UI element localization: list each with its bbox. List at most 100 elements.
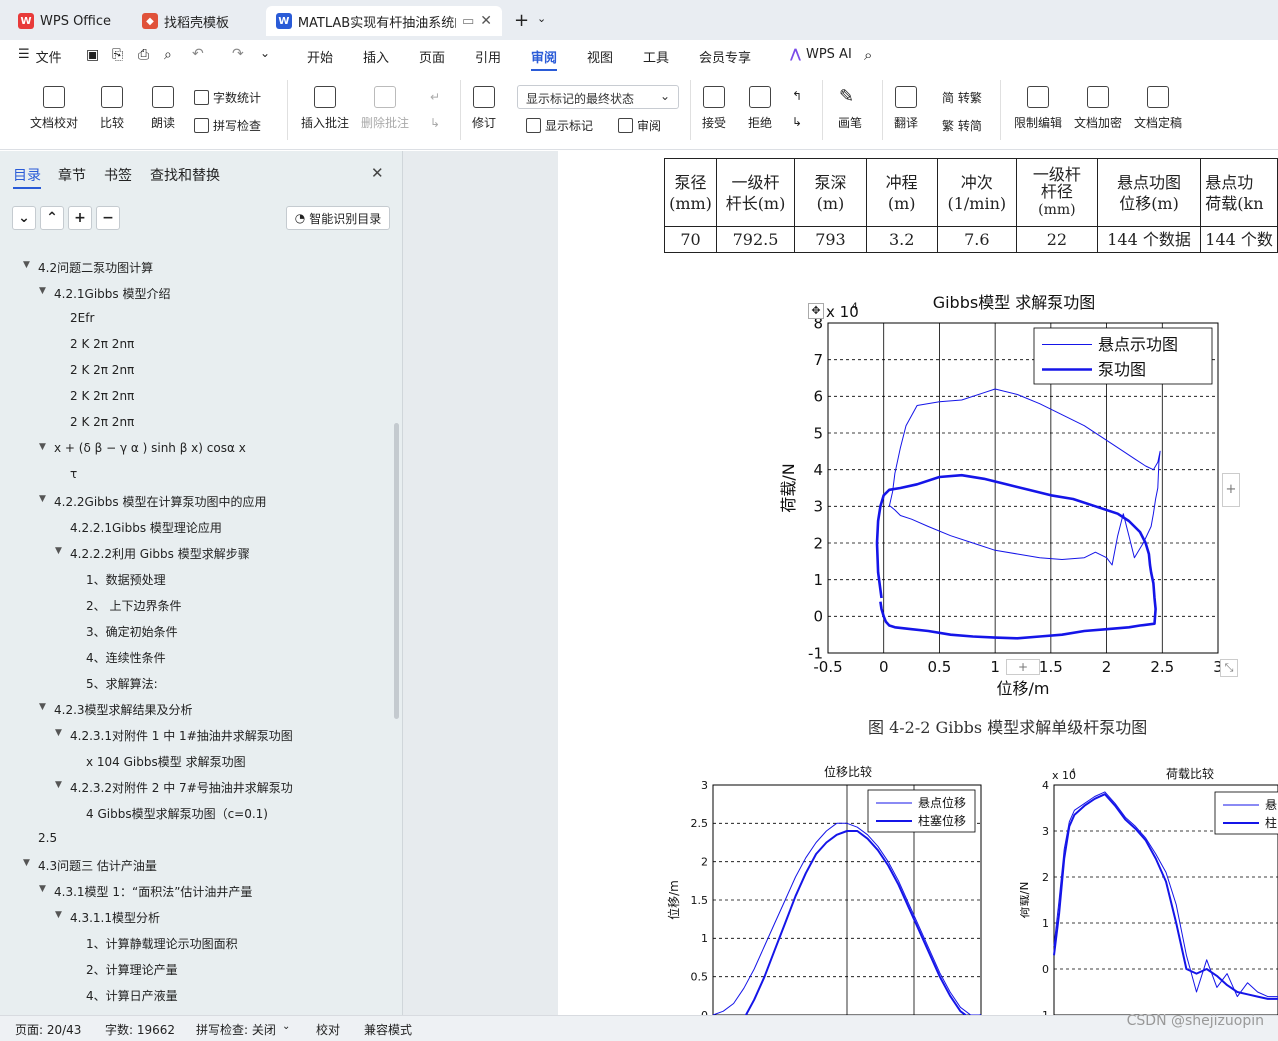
toc-item[interactable]: 2 K 2π 2nπ bbox=[70, 389, 134, 403]
toc-item[interactable]: 1、数据预处理 bbox=[86, 571, 166, 588]
print-icon[interactable]: ⎙ bbox=[138, 47, 149, 63]
tab-wps-office[interactable]: W WPS Office bbox=[8, 6, 124, 36]
wps-ai-button[interactable]: ⋀ WPS AI bbox=[790, 47, 852, 62]
new-tab-icon[interactable]: + bbox=[514, 10, 529, 31]
tab-bookmarks[interactable]: 书签 bbox=[104, 165, 132, 185]
toc-item[interactable]: 1、计算静载理论示功图面积 bbox=[86, 935, 238, 952]
markup-state-select[interactable]: 显示标记的最终状态 ⌄ bbox=[517, 85, 679, 109]
side-add-icon[interactable]: + bbox=[1222, 473, 1240, 507]
insert-comment-button[interactable]: 插入批注 bbox=[301, 86, 349, 131]
finalize-button[interactable]: 文档定稿 bbox=[1134, 86, 1182, 131]
toc-item[interactable]: ▼ 4.2.2.2利用 Gibbs 模型求解步骤 bbox=[55, 545, 250, 562]
plus-icon[interactable]: + bbox=[68, 206, 92, 230]
to-simplified-button[interactable]: 繁 转简 bbox=[942, 117, 982, 134]
chevron-down-icon[interactable]: ⌄ bbox=[537, 12, 546, 25]
toc-item[interactable]: ▼ 4.2.2Gibbs 模型在计算泵功图中的应用 bbox=[39, 493, 266, 510]
menu-reference[interactable]: 引用 bbox=[475, 47, 501, 66]
pen-button[interactable]: ✎ 画笔 bbox=[838, 86, 862, 131]
restrict-edit-button[interactable]: 限制编辑 bbox=[1014, 86, 1062, 131]
toc-item[interactable]: ▼ 4.3.1模型 1：“面积法”估计油井产量 bbox=[39, 883, 252, 900]
toc-item[interactable]: ▼ 4.3问题三 估计产油量 bbox=[23, 857, 157, 874]
move-handle-icon[interactable]: ✥ bbox=[808, 303, 824, 319]
toc-item[interactable]: ▼ 4.3.1.1模型分析 bbox=[55, 909, 160, 926]
tab-document[interactable]: W MATLAB实现有杆抽油系统的 ▭ ✕ bbox=[266, 6, 502, 36]
previous-change-icon[interactable]: ↰ bbox=[792, 89, 802, 103]
expand-arrow-icon[interactable]: ▼ bbox=[55, 780, 62, 790]
toc-item[interactable]: 2、计算理论产量 bbox=[86, 961, 178, 978]
menu-home[interactable]: 开始 bbox=[307, 47, 333, 66]
toc-item[interactable]: 2Efr bbox=[70, 311, 94, 325]
next-change-icon[interactable]: ↳ bbox=[792, 115, 802, 129]
undo-icon[interactable]: ↶ bbox=[192, 46, 204, 62]
monitor-icon[interactable]: ▭ bbox=[462, 14, 474, 29]
word-count-button[interactable]: 字数统计 bbox=[194, 89, 261, 106]
toc-item[interactable]: 2、 上下边界条件 bbox=[86, 597, 181, 614]
chevron-down-icon[interactable]: ⌄ bbox=[260, 46, 270, 60]
menu-view[interactable]: 视图 bbox=[587, 47, 613, 66]
reject-button[interactable]: 拒绝 bbox=[748, 86, 772, 131]
tab-find-replace[interactable]: 查找和替换 bbox=[150, 165, 220, 185]
toc-item[interactable]: ▼ 4.2.3.2对附件 2 中 7#号抽油井求解泵功 bbox=[55, 779, 293, 796]
resize-icon[interactable]: ⤡ bbox=[1220, 659, 1238, 677]
toc-item[interactable]: x 104 Gibbs模型 求解泵功图 bbox=[86, 753, 246, 770]
toc-item[interactable]: ▼ 4.2.3.1对附件 1 中 1#抽油井求解泵功图 bbox=[55, 727, 293, 744]
expand-arrow-icon[interactable]: ▼ bbox=[55, 728, 62, 738]
toc-item[interactable]: 2.5 bbox=[38, 831, 57, 845]
page-indicator[interactable]: 页面: 20/43 bbox=[15, 1021, 81, 1038]
close-icon[interactable]: ✕ bbox=[480, 13, 492, 29]
menu-member[interactable]: 会员专享 bbox=[699, 47, 751, 66]
toc-item[interactable]: ▼ 4.2.1Gibbs 模型介绍 bbox=[39, 285, 170, 302]
delete-comment-button[interactable]: 删除批注 bbox=[361, 86, 409, 131]
proofread-button[interactable]: 文档校对 bbox=[30, 86, 78, 131]
encrypt-button[interactable]: 文档加密 bbox=[1074, 86, 1122, 131]
revise-button[interactable]: 修订 bbox=[472, 86, 496, 131]
chevron-down-icon[interactable]: ⌄ bbox=[282, 1021, 290, 1032]
proof-button[interactable]: 校对 bbox=[316, 1021, 340, 1038]
spell-check-status[interactable]: 拼写检查: 关闭 bbox=[196, 1021, 276, 1038]
toc-item[interactable]: 4、连续性条件 bbox=[86, 649, 166, 666]
menu-insert[interactable]: 插入 bbox=[363, 47, 389, 66]
toc-item[interactable]: ▼ 4.2问题二泵功图计算 bbox=[23, 259, 153, 276]
toc-item[interactable]: 4.2.2.1Gibbs 模型理论应用 bbox=[70, 519, 222, 536]
toc-item[interactable]: 4、计算日产液量 bbox=[86, 987, 178, 1004]
expand-arrow-icon[interactable]: ▼ bbox=[39, 286, 46, 296]
tab-toc[interactable]: 目录 bbox=[13, 165, 41, 185]
expand-arrow-icon[interactable]: ▼ bbox=[39, 442, 46, 452]
toc-item[interactable]: ▼ 4.2.3模型求解结果及分析 bbox=[39, 701, 193, 718]
compare-button[interactable]: 比较 bbox=[100, 86, 124, 131]
save-icon[interactable]: ▣ bbox=[86, 47, 99, 63]
expand-arrow-icon[interactable]: ▼ bbox=[23, 858, 30, 868]
redo-icon[interactable]: ↷ bbox=[232, 46, 244, 62]
smart-toc-button[interactable]: ◔ 智能识别目录 bbox=[286, 206, 390, 230]
toc-item[interactable]: τ bbox=[70, 467, 77, 481]
minus-icon[interactable]: − bbox=[96, 206, 120, 230]
expand-arrow-icon[interactable]: ▼ bbox=[55, 910, 62, 920]
add-below-icon[interactable]: + bbox=[1006, 659, 1040, 675]
expand-arrow-icon[interactable]: ▼ bbox=[23, 260, 30, 270]
collapse-up-icon[interactable]: ⌃ bbox=[40, 206, 64, 230]
to-traditional-button[interactable]: 简 转繁 bbox=[942, 89, 982, 106]
menu-review[interactable]: 审阅 bbox=[531, 47, 558, 71]
toc-item[interactable]: 5、求解算法: bbox=[86, 675, 158, 692]
menu-tools[interactable]: 工具 bbox=[643, 47, 669, 66]
toc-item[interactable]: 3、确定初始条件 bbox=[86, 623, 178, 640]
toc-item[interactable]: 4 Gibbs模型求解泵功图（c=0.1) bbox=[86, 805, 268, 822]
preview-icon[interactable]: ⌕ bbox=[164, 47, 172, 63]
previous-comment-icon[interactable]: ↵ bbox=[430, 90, 440, 104]
show-markup-button[interactable]: 显示标记 bbox=[526, 117, 593, 134]
translate-button[interactable]: 翻译 bbox=[894, 86, 918, 131]
expand-arrow-icon[interactable]: ▼ bbox=[55, 546, 62, 556]
file-menu[interactable]: ☰ 文件 bbox=[18, 47, 62, 66]
expand-arrow-icon[interactable]: ▼ bbox=[39, 884, 46, 894]
read-aloud-button[interactable]: 朗读 bbox=[151, 86, 175, 131]
share-icon[interactable]: ⎘ bbox=[112, 47, 123, 63]
tab-chapters[interactable]: 章节 bbox=[58, 165, 86, 185]
toc-item[interactable]: ▼ x + (δ β − γ α ) sinh β x) cosα x bbox=[39, 441, 246, 455]
accept-button[interactable]: 接受 bbox=[702, 86, 726, 131]
expand-arrow-icon[interactable]: ▼ bbox=[39, 494, 46, 504]
next-comment-icon[interactable]: ↳ bbox=[430, 116, 440, 130]
review-pane-button[interactable]: 审阅 bbox=[618, 117, 661, 134]
expand-arrow-icon[interactable]: ▼ bbox=[39, 702, 46, 712]
search-icon[interactable]: ⌕ bbox=[864, 46, 872, 64]
tab-template[interactable]: ◆ 找稻壳模板 bbox=[132, 6, 260, 36]
